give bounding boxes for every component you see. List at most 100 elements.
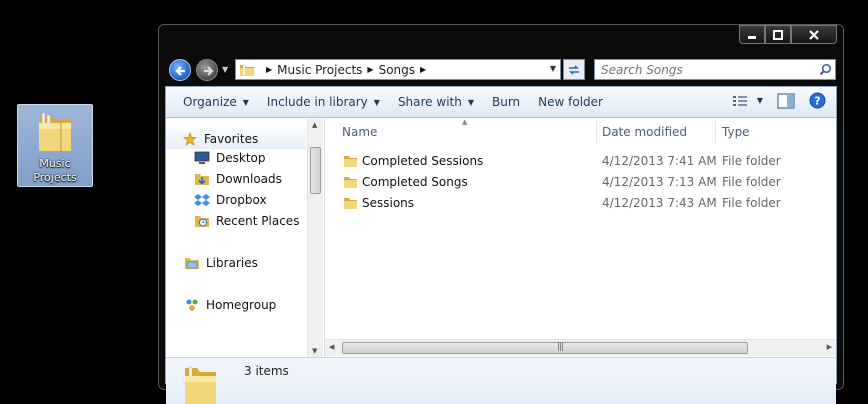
downloads-folder-icon <box>195 174 209 185</box>
file-date: 4/12/2013 7:41 AM <box>602 154 717 168</box>
file-date: 4/12/2013 7:43 AM <box>602 196 717 210</box>
nav-item-recent-places[interactable]: Recent Places <box>194 214 299 228</box>
nav-item-downloads[interactable]: Downloads <box>194 172 282 186</box>
back-button[interactable] <box>169 59 191 81</box>
minimize-icon <box>748 35 756 39</box>
folder-icon <box>344 198 357 209</box>
breadcrumb-music-projects[interactable]: Music Projects <box>277 63 362 77</box>
caption-buttons <box>739 25 837 44</box>
refresh-icon <box>569 64 579 75</box>
burn-button[interactable]: Burn <box>483 95 529 109</box>
minimize-button[interactable] <box>739 25 765 44</box>
file-name: Sessions <box>362 196 415 210</box>
recent-pages-dropdown[interactable]: ▼ <box>222 65 228 74</box>
column-separator[interactable] <box>715 121 716 143</box>
folder-icon <box>344 156 357 167</box>
item-count: 3 items <box>244 364 289 378</box>
table-row[interactable]: Completed Songs 4/12/2013 7:13 AM File f… <box>325 172 836 192</box>
nav-item-label: Recent Places <box>216 214 300 228</box>
share-with-button[interactable]: Share with ▼ <box>389 95 483 109</box>
folder-icon <box>240 63 254 76</box>
breadcrumb-separator-icon[interactable]: ▶ <box>266 65 272 74</box>
homegroup-icon <box>186 299 198 311</box>
chevron-down-icon: ▼ <box>242 97 249 107</box>
nav-item-label: Dropbox <box>216 193 267 207</box>
file-type: File folder <box>722 196 781 210</box>
organize-label: Organize <box>183 95 237 109</box>
scroll-left-icon[interactable]: ◀ <box>329 343 334 351</box>
details-pane: 3 items <box>166 357 836 404</box>
chevron-down-icon: ▼ <box>467 97 474 107</box>
column-separator[interactable] <box>596 121 597 143</box>
preview-pane-icon[interactable] <box>777 92 795 109</box>
horizontal-scrollbar[interactable]: ◀ ||| ▶ <box>325 339 836 356</box>
forward-button[interactable] <box>196 59 218 81</box>
include-in-library-button[interactable]: Include in library ▼ <box>258 95 389 109</box>
nav-favorites-label: Favorites <box>204 132 259 146</box>
arrow-left-icon <box>175 66 185 76</box>
breadcrumb-songs[interactable]: Songs <box>379 63 415 77</box>
chevron-down-icon: ▼ <box>756 96 763 105</box>
new-folder-button[interactable]: New folder <box>529 95 612 109</box>
explorer-client: Organize ▼ Include in library ▼ Share with… <box>165 86 837 404</box>
navigation-pane: Favorites Desktop Downloads Dropbox Rece… <box>166 119 324 357</box>
help-icon[interactable]: ? <box>809 92 826 109</box>
desktop-icon <box>194 151 210 164</box>
scroll-up-icon[interactable]: ▲ <box>312 121 317 129</box>
share-with-label: Share with <box>397 95 462 109</box>
column-date-modified[interactable]: Date modified <box>602 125 687 139</box>
nav-homegroup[interactable]: Homegroup <box>184 298 276 312</box>
maximize-icon <box>773 29 783 40</box>
view-details-icon <box>732 95 747 106</box>
search-input[interactable] <box>594 59 836 80</box>
search-icon[interactable] <box>819 63 832 76</box>
sort-ascending-icon: ▲ <box>462 118 468 126</box>
command-bar: Organize ▼ Include in library ▼ Share with… <box>166 87 836 118</box>
folder-icon <box>185 366 216 404</box>
close-icon <box>809 29 819 40</box>
star-icon <box>183 132 197 146</box>
close-button[interactable] <box>791 25 837 44</box>
desktop-folder-icon-music-projects[interactable]: Music Projects <box>17 104 93 187</box>
recent-places-icon <box>195 216 209 227</box>
nav-favorites[interactable]: Favorites <box>166 129 306 149</box>
chevron-down-icon: ▼ <box>373 97 380 107</box>
file-type: File folder <box>722 154 781 168</box>
maximize-button[interactable] <box>765 25 791 44</box>
nav-item-desktop[interactable]: Desktop <box>194 151 266 165</box>
grip-icon: ||| <box>557 342 564 352</box>
desktop-icon-label: Music Projects <box>33 157 77 184</box>
file-name: Completed Sessions <box>362 154 484 168</box>
folder-icon <box>344 177 357 188</box>
table-row[interactable]: Sessions 4/12/2013 7:43 AM File folder <box>325 193 836 213</box>
organize-button[interactable]: Organize ▼ <box>174 95 258 109</box>
scrollbar-thumb[interactable] <box>310 147 321 194</box>
scroll-right-icon[interactable]: ▶ <box>827 343 832 351</box>
folder-icon <box>35 109 75 159</box>
scrollbar-thumb[interactable]: ||| <box>342 342 748 354</box>
file-name: Completed Songs <box>362 175 468 189</box>
nav-item-dropbox[interactable]: Dropbox <box>194 193 267 207</box>
address-dropdown-icon[interactable]: ▼ <box>550 64 556 73</box>
breadcrumb-separator-icon[interactable]: ▶ <box>420 65 426 74</box>
nav-scrollbar[interactable]: ▲ ▼ <box>307 119 323 357</box>
svg-text:?: ? <box>814 95 820 108</box>
arrow-right-icon <box>204 66 214 76</box>
scroll-down-icon[interactable]: ▼ <box>312 347 317 355</box>
file-list: ▲ Name Date modified Type Completed Sess… <box>325 118 836 357</box>
change-view-button[interactable]: ▼ <box>732 95 763 107</box>
column-type[interactable]: Type <box>722 125 750 139</box>
explorer-window: ▼ ▶ Music Projects ▶ Songs ▶ ▼ Organize ▼… <box>158 24 844 404</box>
include-in-library-label: Include in library <box>266 95 368 109</box>
column-name[interactable]: Name <box>342 125 377 139</box>
table-row[interactable]: Completed Sessions 4/12/2013 7:41 AM Fil… <box>325 151 836 171</box>
refresh-button[interactable] <box>563 59 585 80</box>
nav-libraries-label: Libraries <box>206 256 258 270</box>
dropbox-icon <box>194 194 210 206</box>
breadcrumb-separator-icon[interactable]: ▶ <box>367 65 373 74</box>
nav-item-label: Desktop <box>216 151 266 165</box>
libraries-icon <box>185 258 199 269</box>
file-date: 4/12/2013 7:13 AM <box>602 175 717 189</box>
nav-libraries[interactable]: Libraries <box>184 256 258 270</box>
address-bar[interactable]: ▶ Music Projects ▶ Songs ▶ ▼ <box>235 59 561 80</box>
